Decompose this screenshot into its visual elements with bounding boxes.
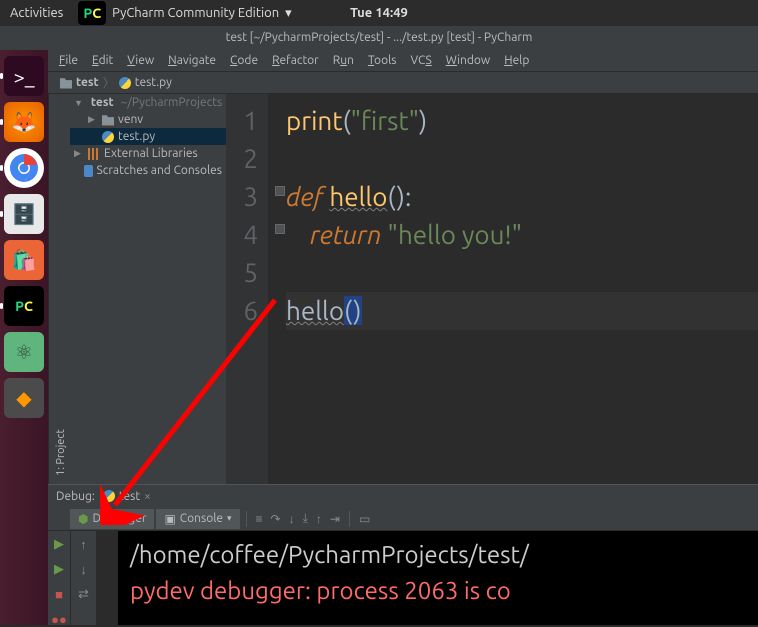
menu-edit[interactable]: Edit [85,54,120,67]
python-file-icon [103,490,115,502]
breadcrumb-separator: 〉 [103,74,115,91]
evaluate-icon[interactable]: ▭ [356,512,373,526]
tree-external-libraries[interactable]: ▶ External Libraries [70,145,226,162]
fold-icon[interactable] [275,186,285,196]
python-file-icon [119,77,131,89]
menu-view[interactable]: View [120,54,161,67]
main-menu: File Edit View Navigate Code Refactor Ru… [0,50,758,72]
pycharm-icon: PC [78,1,106,25]
tree-venv[interactable]: ▶ venv [70,111,226,128]
window-titlebar: test [~/PycharmProjects/test] - .../test… [0,26,758,50]
system-topbar: Activities PC PyCharm Community Edition … [0,0,758,26]
step-out-icon[interactable]: ↑ [313,512,325,526]
line-gutter: 1 2 3 4 5 6 [226,94,268,484]
tree-testfile[interactable]: test.py [70,128,226,145]
filter-icon[interactable]: ⇄ [78,587,89,602]
sublime-icon[interactable]: ◆ [4,378,44,418]
python-file-icon [102,131,114,143]
resume-icon[interactable]: ▶ [54,562,64,577]
breadcrumb-file[interactable]: test.py [135,76,172,89]
folder-icon [102,114,114,126]
project-tool-tab[interactable]: 1: Project [48,94,70,484]
menu-tools[interactable]: Tools [361,54,404,67]
step-into-my-icon[interactable]: ⤓ [300,512,311,526]
frames-up-icon[interactable]: ↑ [80,537,87,552]
menu-run[interactable]: Run [326,54,361,67]
run-to-cursor-icon[interactable]: ⇥ [327,512,343,526]
debug-tool-window: Debug: test × ⬢ Debugger ▣ Console ▾ ≡ ↷… [48,484,758,625]
project-tree: ▼ test ~/PycharmProjects ▶ venv test.py … [70,94,226,484]
dropdown-icon: ▾ [285,6,292,21]
tree-scratches[interactable]: Scratches and Consoles [70,162,226,179]
console-tab[interactable]: ▣ Console ▾ [156,509,239,529]
debug-header: Debug: test × [48,485,758,507]
expand-icon[interactable]: ▶ [88,114,98,125]
menu-help[interactable]: Help [497,54,536,67]
dropdown-icon: ▾ [227,513,232,524]
menu-vcs[interactable]: VCS [403,54,438,67]
debug-run-controls: ▶ ▶ ■ ●● [48,531,70,625]
breadcrumb-root[interactable]: test [76,76,99,89]
console-icon: ▣ [164,512,175,526]
frames-down-icon[interactable]: ↓ [80,562,87,577]
expand-icon[interactable]: ▼ [74,98,83,108]
chrome-icon[interactable] [4,148,44,188]
step-into-icon[interactable]: ↓ [286,512,298,526]
files-icon[interactable]: 🗄️ [4,194,44,234]
clock[interactable]: Tue 14:49 [350,6,408,20]
debug-step-controls: ↑ ↓ ⇄ [70,531,96,625]
close-icon[interactable]: × [144,490,151,503]
pycharm-launcher-icon[interactable]: PC [4,286,44,326]
atom-icon[interactable]: ⚛ [4,332,44,372]
app-menu[interactable]: PC PyCharm Community Edition ▾ [78,1,291,25]
rerun-icon[interactable]: ▶ [54,537,64,552]
step-over-icon[interactable]: ↷ [268,512,284,526]
bug-icon: ⬢ [78,512,88,526]
menu-window[interactable]: Window [439,54,497,67]
debug-console[interactable]: /home/coffee/PycharmProjects/test/ pydev… [118,531,758,625]
scratches-icon [84,165,93,177]
terminal-icon[interactable]: >_ [4,56,44,96]
debug-config-tab[interactable]: test × [103,490,151,503]
firefox-icon[interactable]: 🦊 [4,102,44,142]
menu-code[interactable]: Code [223,54,265,67]
folder-icon [60,77,72,89]
menu-file[interactable]: File [52,54,85,67]
fold-icon[interactable] [275,224,285,234]
breadcrumb: test 〉 test.py [0,72,758,94]
menu-refactor[interactable]: Refactor [265,54,326,67]
code-editor[interactable]: 1 2 3 4 5 6 print("first") def hello(): … [226,94,758,484]
debug-tabs: ⬢ Debugger ▣ Console ▾ ≡ ↷ ↓ ⤓ ↑ ⇥ ▭ [48,507,758,531]
menu-navigate[interactable]: Navigate [161,54,223,67]
library-icon [88,148,100,160]
expand-icon[interactable]: ▶ [74,148,84,159]
step-icons[interactable]: ≡ [253,512,266,526]
code-area[interactable]: print("first") def hello(): return "hell… [268,94,758,484]
ubuntu-software-icon[interactable]: 🛍️ [4,240,44,280]
stop-icon[interactable]: ■ [55,587,63,602]
debugger-tab[interactable]: ⬢ Debugger [70,509,154,529]
tree-root[interactable]: ▼ test ~/PycharmProjects [70,94,226,111]
ubuntu-launcher: >_ 🦊 🗄️ 🛍️ PC ⚛ ◆ [0,50,48,625]
activities-button[interactable]: Activities [10,6,63,20]
